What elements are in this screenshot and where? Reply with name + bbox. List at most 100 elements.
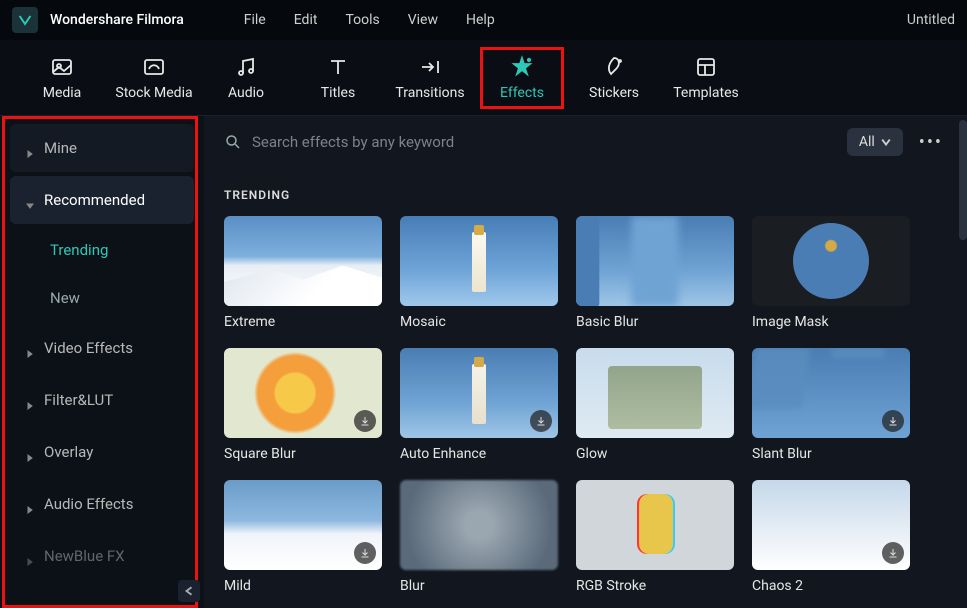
filter-dropdown[interactable]: All (847, 128, 903, 156)
effect-label: Blur (400, 578, 558, 594)
stock-media-icon (142, 55, 166, 79)
sidebar-sub-trending[interactable]: Trending (0, 226, 204, 274)
app-logo (12, 7, 38, 33)
sidebar-sub-label: Trending (50, 241, 108, 259)
effect-card-chaos-2[interactable]: Chaos 2 (752, 480, 910, 594)
download-icon[interactable] (530, 410, 552, 432)
stickers-icon (602, 55, 626, 79)
tab-templates[interactable]: Templates (664, 47, 748, 109)
menu-help[interactable]: Help (466, 12, 495, 28)
effect-thumbnail (752, 216, 910, 306)
menu-tools[interactable]: Tools (345, 12, 379, 28)
effect-card-auto-enhance[interactable]: Auto Enhance (400, 348, 558, 462)
collapse-sidebar-button[interactable] (178, 580, 200, 602)
chevron-right-icon (26, 500, 34, 508)
transitions-icon (418, 55, 442, 79)
tab-titles[interactable]: Titles (296, 47, 380, 109)
effects-content: TRENDING Extreme Mosaic Basic Blur Image Ma… (204, 168, 967, 608)
effect-label: Mild (224, 578, 382, 594)
effect-card-slant-blur[interactable]: Slant Blur (752, 348, 910, 462)
chevron-right-icon (26, 448, 34, 456)
media-icon (50, 55, 74, 79)
effect-card-glow[interactable]: Glow (576, 348, 734, 462)
chevron-right-icon (26, 344, 34, 352)
effect-card-extreme[interactable]: Extreme (224, 216, 382, 330)
tab-audio[interactable]: Audio (204, 47, 288, 109)
sidebar-item-label: Mine (44, 139, 77, 157)
sidebar-item-recommended[interactable]: Recommended (10, 176, 194, 224)
effect-label: RGB Stroke (576, 578, 734, 594)
sidebar-item-label: Overlay (44, 443, 93, 461)
tab-effects[interactable]: Effects (480, 47, 564, 109)
sidebar-item-label: Filter&LUT (44, 391, 113, 409)
download-icon[interactable] (354, 410, 376, 432)
main-toolbar: Media Stock Media Audio Titles Transitio… (0, 40, 967, 116)
sidebar-item-label: Audio Effects (44, 495, 133, 513)
menu-view[interactable]: View (408, 12, 438, 28)
tab-stock-media[interactable]: Stock Media (112, 47, 196, 109)
chevron-down-icon (881, 137, 891, 147)
app-name: Wondershare Filmora (50, 12, 184, 28)
chevron-right-icon (26, 144, 34, 152)
effect-card-mild[interactable]: Mild (224, 480, 382, 594)
menu-bar: File Edit Tools View Help (244, 12, 495, 28)
section-title: TRENDING (224, 188, 947, 202)
effect-card-square-blur[interactable]: Square Blur (224, 348, 382, 462)
tab-media[interactable]: Media (20, 47, 104, 109)
effect-thumbnail (576, 348, 734, 438)
download-icon[interactable] (882, 542, 904, 564)
effect-thumbnail (400, 480, 558, 570)
effect-card-rgb-stroke[interactable]: RGB Stroke (576, 480, 734, 594)
search-bar: All ••• (204, 116, 967, 168)
effect-card-blur[interactable]: Blur (400, 480, 558, 594)
templates-icon (694, 55, 718, 79)
menu-edit[interactable]: Edit (294, 12, 318, 28)
download-icon[interactable] (882, 410, 904, 432)
sidebar-item-filter-lut[interactable]: Filter&LUT (10, 376, 194, 424)
sidebar-item-label: NewBlue FX (44, 547, 125, 565)
sidebar-item-newblue-fx[interactable]: NewBlue FX (10, 532, 194, 580)
effect-thumbnail (576, 216, 734, 306)
effect-thumbnail (224, 348, 382, 438)
effect-card-basic-blur[interactable]: Basic Blur (576, 216, 734, 330)
effect-thumbnail (400, 348, 558, 438)
more-button[interactable]: ••• (915, 128, 947, 157)
sidebar-item-video-effects[interactable]: Video Effects (10, 324, 194, 372)
menu-file[interactable]: File (244, 12, 266, 28)
effect-thumbnail (752, 348, 910, 438)
sidebar-item-mine[interactable]: Mine (10, 124, 194, 172)
effect-thumbnail (400, 216, 558, 306)
sidebar-item-label: Video Effects (44, 339, 133, 357)
sidebar-sub-new[interactable]: New (0, 274, 204, 322)
titles-icon (326, 55, 350, 79)
effects-icon (510, 55, 534, 79)
chevron-right-icon (26, 552, 34, 560)
effect-thumbnail (224, 480, 382, 570)
document-title: Untitled (907, 12, 955, 28)
tab-stickers[interactable]: Stickers (572, 47, 656, 109)
effect-label: Auto Enhance (400, 446, 558, 462)
sidebar-item-overlay[interactable]: Overlay (10, 428, 194, 476)
search-input[interactable] (252, 133, 835, 151)
effect-card-image-mask[interactable]: Image Mask (752, 216, 910, 330)
effect-label: Extreme (224, 314, 382, 330)
chevron-left-icon (184, 586, 194, 596)
effect-label: Slant Blur (752, 446, 910, 462)
sidebar-sub-label: New (50, 289, 80, 307)
sidebar-item-label: Recommended (44, 191, 145, 209)
chevron-down-icon (26, 196, 34, 204)
filter-label: All (859, 134, 875, 150)
effect-card-mosaic[interactable]: Mosaic (400, 216, 558, 330)
tab-transitions[interactable]: Transitions (388, 47, 472, 109)
effect-thumbnail (224, 216, 382, 306)
effect-label: Image Mask (752, 314, 910, 330)
audio-icon (234, 55, 258, 79)
search-icon (224, 133, 242, 151)
titlebar: Wondershare Filmora File Edit Tools View… (0, 0, 967, 40)
effect-label: Basic Blur (576, 314, 734, 330)
scrollbar[interactable] (959, 120, 967, 240)
download-icon[interactable] (354, 542, 376, 564)
sidebar-item-audio-effects[interactable]: Audio Effects (10, 480, 194, 528)
effect-label: Glow (576, 446, 734, 462)
effect-label: Square Blur (224, 446, 382, 462)
